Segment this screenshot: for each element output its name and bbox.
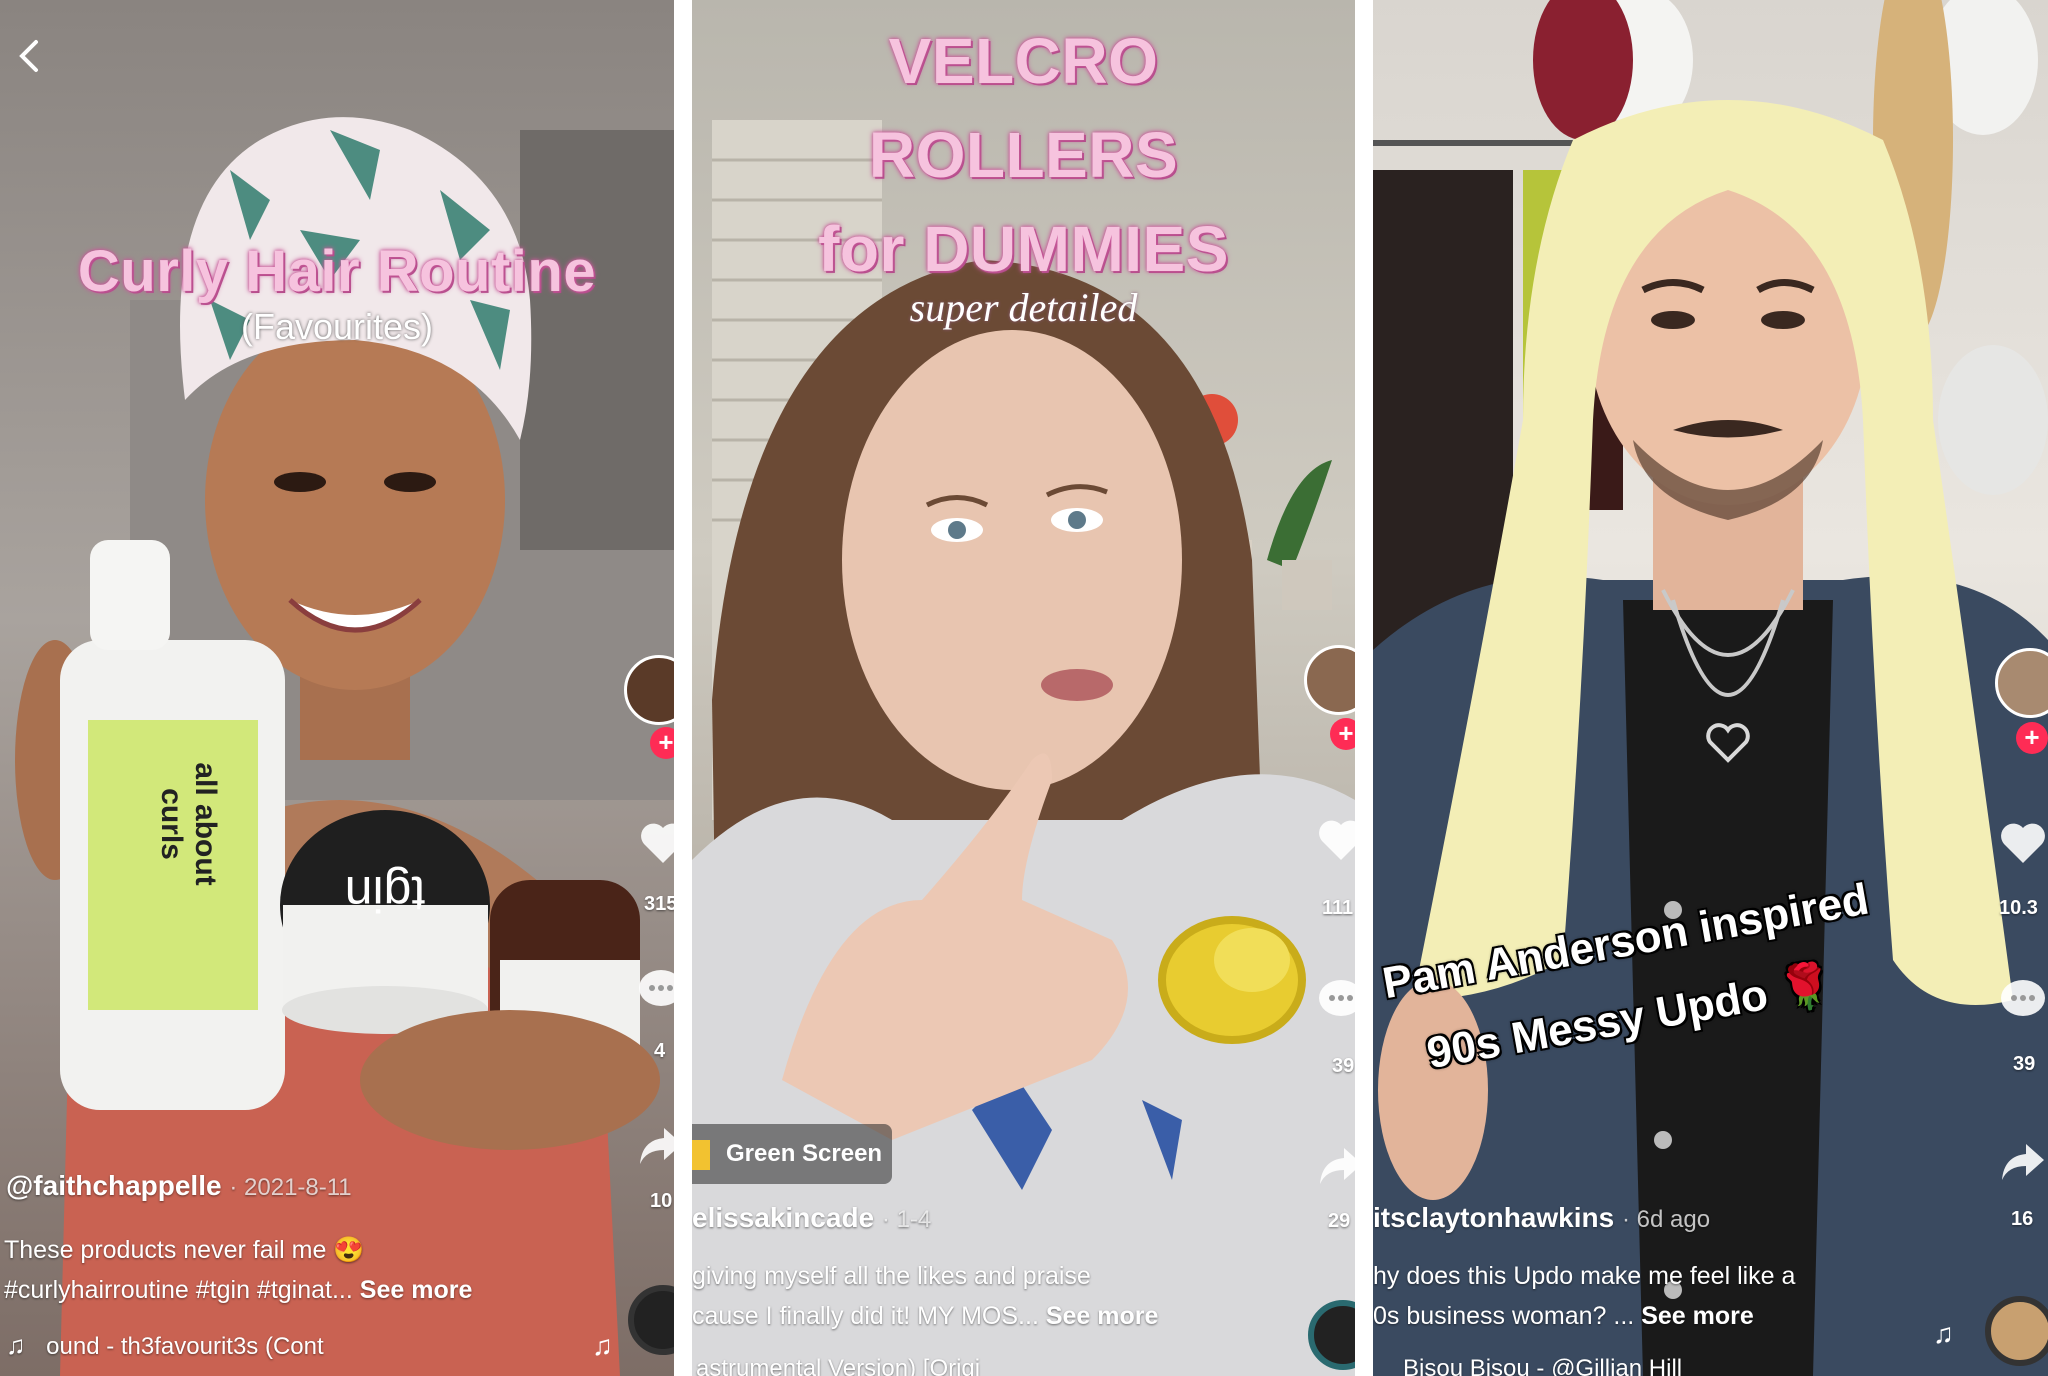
post-date: · 6d ago [1621,1206,1711,1233]
video-title-line-1: VELCRO [888,25,1159,97]
share-icon[interactable] [1316,1140,1355,1190]
comment-count: 39 [2013,1053,2036,1075]
comment-icon[interactable] [636,965,674,1015]
video-panel-90s-updo[interactable]: Pam Anderson inspired 90s Messy Updo 🌹 +… [1373,0,2048,1376]
video-panel-velcro-rollers[interactable]: VELCRO ROLLERS for DUMMIES super detaile… [692,0,1355,1376]
follow-plus-icon[interactable]: + [2016,722,2048,754]
share-icon[interactable] [636,1120,674,1170]
video-panel-curly-hair[interactable]: all about curls tgin Curly Hair Routine … [0,0,674,1376]
green-screen-effect-tag[interactable]: Green Screen [692,1124,892,1184]
like-count: 10.3 [1999,897,2038,919]
effect-label: Green Screen [726,1140,883,1167]
product-label-jar: tgin [344,866,426,922]
heart-icon[interactable] [638,818,674,868]
caption-line-2: #curlyhairroutine #tgin #tginat... [4,1276,353,1304]
username-text[interactable]: @faithchappelle [6,1170,222,1201]
caption-line-1: hy does this Updo make me feel like a [1373,1262,1796,1290]
username-text[interactable]: elissakincade [692,1202,874,1233]
follow-plus-icon[interactable]: + [1330,718,1355,750]
caption-line-2: 0s business woman? ... [1373,1302,1635,1330]
sound-ticker[interactable]: ♫ ound - th3favourit3s (Cont [6,1330,324,1361]
share-count: 10 [650,1190,673,1212]
video-subtitle: super detailed [909,285,1138,330]
video-caption: hy does this Updo make me feel like a 0s… [1373,1256,1795,1336]
username-text[interactable]: itsclaytonhawkins [1373,1202,1614,1233]
back-arrow-icon[interactable] [10,36,50,76]
video-title-line-2: ROLLERS [868,119,1179,191]
video-title: Curly Hair Routine [77,239,597,304]
caption-line-1: These products never fail me 😍 [4,1236,365,1264]
product-label-bottle: all about curls [155,762,222,886]
music-note-icon: ♫ [6,1330,26,1360]
sound-disc-icon[interactable] [1985,1296,2048,1366]
caption-line-2: cause I finally did it! MY MOS... [692,1302,1039,1330]
sound-name: Bisou Bisou - @Gillian Hill [1403,1355,1683,1376]
post-date: · 2021-8-11 [229,1174,352,1201]
share-icon[interactable] [1998,1136,2048,1186]
heart-icon[interactable] [1998,818,2048,868]
heart-icon[interactable] [1316,815,1355,865]
video-subtitle: (Favourites) [240,306,434,347]
sound-name: astrumental Version) [Origi [696,1355,981,1376]
caption-line-1: giving myself all the likes and praise [692,1262,1091,1290]
follow-plus-icon[interactable]: + [650,727,674,759]
video-caption: These products never fail me 😍 #curlyhai… [4,1230,472,1310]
comment-icon[interactable] [1316,975,1355,1025]
sound-ticker[interactable]: Bisou Bisou - @Gillian Hill [1403,1355,1682,1376]
like-count: 315 [644,893,674,915]
video-caption: giving myself all the likes and praise c… [692,1256,1158,1336]
post-date: · 1-4 [881,1206,932,1233]
like-count: 111 [1322,897,1354,919]
effect-icon [692,1139,710,1170]
video-title-line-3: for DUMMIES [818,213,1229,285]
sound-name: ound - th3favourit3s (Cont [46,1333,324,1360]
music-note-icon: ♫ [592,1330,613,1361]
comment-icon[interactable] [1998,975,2048,1025]
music-note-icon: ♫ [1933,1318,1954,1349]
comment-count: 39 [1332,1055,1355,1077]
creator-username[interactable]: itsclaytonhawkins · 6d ago [1373,1202,1710,1234]
video-frame-scene [1373,0,2048,1376]
comment-count: 4 [654,1040,666,1062]
creator-username[interactable]: @faithchappelle · 2021-8-11 [6,1170,352,1202]
see-more-link[interactable]: See more [1046,1302,1159,1330]
see-more-link[interactable]: See more [1641,1302,1754,1330]
see-more-link[interactable]: See more [360,1276,473,1304]
creator-username[interactable]: elissakincade · 1-4 [692,1202,931,1234]
share-count: 29 [1328,1210,1351,1232]
sound-ticker[interactable]: astrumental Version) [Origi [696,1355,980,1376]
share-count: 16 [2011,1208,2034,1230]
